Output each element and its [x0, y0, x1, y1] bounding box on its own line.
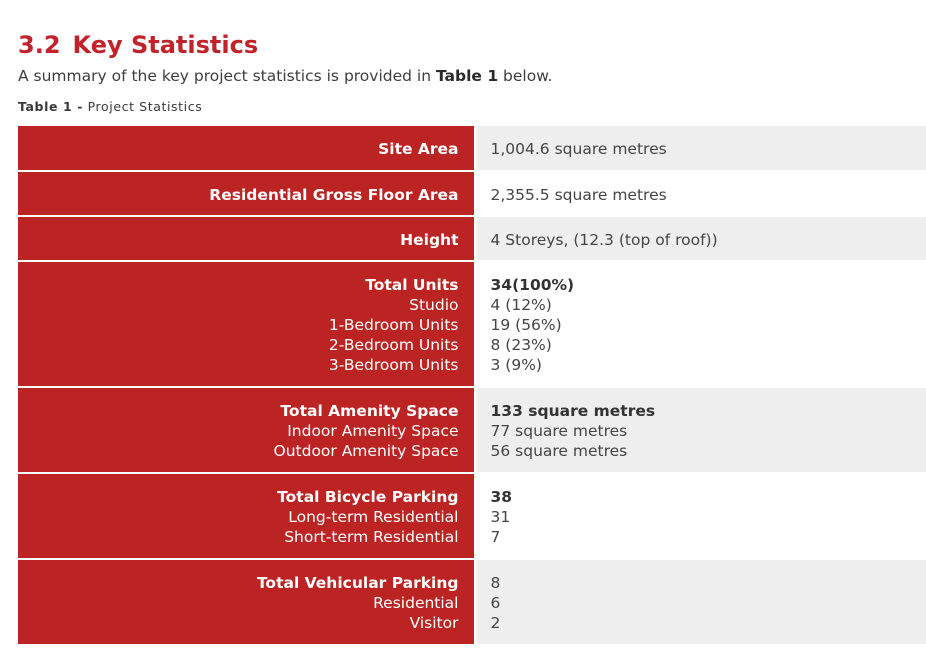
sub-value: 7 — [490, 528, 501, 546]
project-statistics-table: Site Area 1,004.6 square metres Resident… — [18, 126, 926, 644]
value-cell: 1,004.6 square metres — [475, 126, 926, 171]
intro-prefix: A summary of the key project statistics … — [18, 67, 436, 85]
row-label: Residential Gross Floor Area — [209, 186, 459, 204]
sub-value: 77 square metres — [490, 422, 628, 440]
row-value: 2,355.5 square metres — [490, 186, 667, 204]
intro-table-ref: Table 1 — [435, 67, 499, 85]
sub-value: 19 (56%) — [490, 316, 562, 334]
value-cell: 2,355.5 square metres — [475, 170, 926, 216]
sub-label: Indoor Amenity Space — [287, 422, 459, 440]
row-value: 133 square metres — [490, 402, 656, 420]
row-label: Height — [400, 231, 459, 249]
caption-text: Project Statistics — [87, 99, 203, 114]
row-value: 34(100%) — [490, 276, 575, 294]
label-cell: Total Bicycle Parking Long-term Resident… — [18, 472, 477, 559]
sub-label: 3-Bedroom Units — [328, 356, 459, 374]
sub-value: 31 — [490, 508, 511, 526]
label-cell: Residential Gross Floor Area — [18, 170, 477, 216]
row-label: Total Amenity Space — [280, 402, 459, 420]
sub-label: 2-Bedroom Units — [328, 336, 459, 354]
section-title: Key Statistics — [72, 31, 259, 59]
section-heading: 3.2 Key Statistics — [18, 28, 258, 62]
row-label: Site Area — [378, 140, 459, 158]
value-cell: 4 Storeys, (12.3 (top of roof)) — [475, 215, 926, 261]
sub-value: 6 — [490, 594, 501, 612]
label-cell: Total Units Studio 1-Bedroom Units 2-Bed… — [18, 260, 477, 387]
label-cell: Height — [18, 215, 477, 261]
value-cell: 38 31 7 — [475, 472, 926, 559]
row-total-units: Total Units Studio 1-Bedroom Units 2-Bed… — [18, 260, 926, 387]
sub-value: 56 square metres — [490, 442, 628, 460]
label-cell: Total Amenity Space Indoor Amenity Space… — [18, 386, 477, 473]
row-label: Total Units — [365, 276, 459, 294]
row-total-vehicular-parking: Total Vehicular Parking Residential Visi… — [18, 558, 926, 644]
sub-label: Long-term Residential — [288, 508, 459, 526]
row-residential-gfa: Residential Gross Floor Area 2,355.5 squ… — [18, 170, 926, 216]
sub-value: 8 (23%) — [490, 336, 552, 354]
sub-label: 1-Bedroom Units — [328, 316, 459, 334]
row-label: Total Bicycle Parking — [277, 488, 459, 506]
sub-label: Studio — [409, 296, 459, 314]
row-value: 38 — [490, 488, 513, 506]
label-cell: Total Vehicular Parking Residential Visi… — [18, 558, 477, 644]
section-number: 3.2 — [18, 31, 61, 59]
row-value: 8 — [490, 574, 501, 592]
row-height: Height 4 Storeys, (12.3 (top of roof)) — [18, 215, 926, 261]
row-value: 1,004.6 square metres — [490, 140, 667, 158]
caption-label: Table 1 - — [18, 99, 84, 114]
table-caption: Table 1 - Project Statistics — [18, 98, 202, 116]
value-cell: 34(100%) 4 (12%) 19 (56%) 8 (23%) 3 (9%) — [475, 260, 926, 387]
row-value: 4 Storeys, (12.3 (top of roof)) — [490, 231, 718, 249]
sub-value: 3 (9%) — [490, 356, 542, 374]
value-cell: 133 square metres 77 square metres 56 sq… — [475, 386, 926, 473]
label-cell: Site Area — [18, 126, 477, 171]
sub-label: Outdoor Amenity Space — [273, 442, 459, 460]
row-label: Total Vehicular Parking — [256, 574, 459, 592]
intro-suffix: below. — [498, 67, 553, 85]
sub-label: Visitor — [409, 614, 459, 632]
row-site-area: Site Area 1,004.6 square metres — [18, 126, 926, 171]
sub-label: Residential — [373, 594, 459, 612]
row-total-bicycle-parking: Total Bicycle Parking Long-term Resident… — [18, 472, 926, 559]
sub-value: 4 (12%) — [490, 296, 552, 314]
row-total-amenity: Total Amenity Space Indoor Amenity Space… — [18, 386, 926, 473]
sub-label: Short-term Residential — [284, 528, 459, 546]
value-cell: 8 6 2 — [475, 558, 926, 644]
intro-paragraph: A summary of the key project statistics … — [18, 65, 552, 87]
sub-value: 2 — [490, 614, 501, 632]
